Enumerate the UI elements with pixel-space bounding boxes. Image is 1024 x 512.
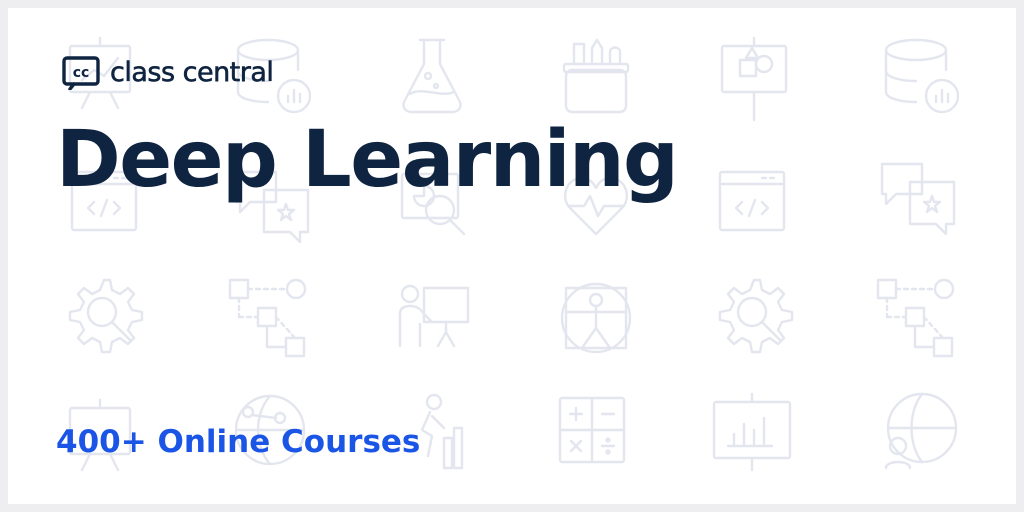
gear-search-icon [68,278,144,354]
brand-name: class central [110,57,275,89]
logo-mark-text: cc [73,65,90,81]
person-growth-icon [420,393,464,470]
database-chart-icon-2 [884,38,960,114]
vitruvian-man-icon [560,282,632,354]
code-window-icon-2 [718,170,786,232]
easel-shapes-icon [720,36,788,122]
gear-search-icon-2 [718,278,794,354]
flowchart-icon-2 [876,278,955,358]
banner-card: cc class central Deep Learning 400+ Onli… [8,8,1016,504]
page-title: Deep Learning [56,115,679,205]
chat-star-icon-2 [880,162,956,236]
pencil-cup-icon [562,38,630,114]
class-central-logo-mark-icon: cc [62,56,100,90]
flask-icon [402,38,462,114]
class-central-logo[interactable]: cc class central [62,56,275,90]
course-count-subtitle: 400+ Online Courses [56,424,421,460]
easel-bar-chart-icon [712,392,792,472]
teacher-board-icon [398,284,470,348]
globe-person-icon [884,392,958,470]
calculator-icon [558,396,626,464]
flowchart-icon [228,278,307,358]
